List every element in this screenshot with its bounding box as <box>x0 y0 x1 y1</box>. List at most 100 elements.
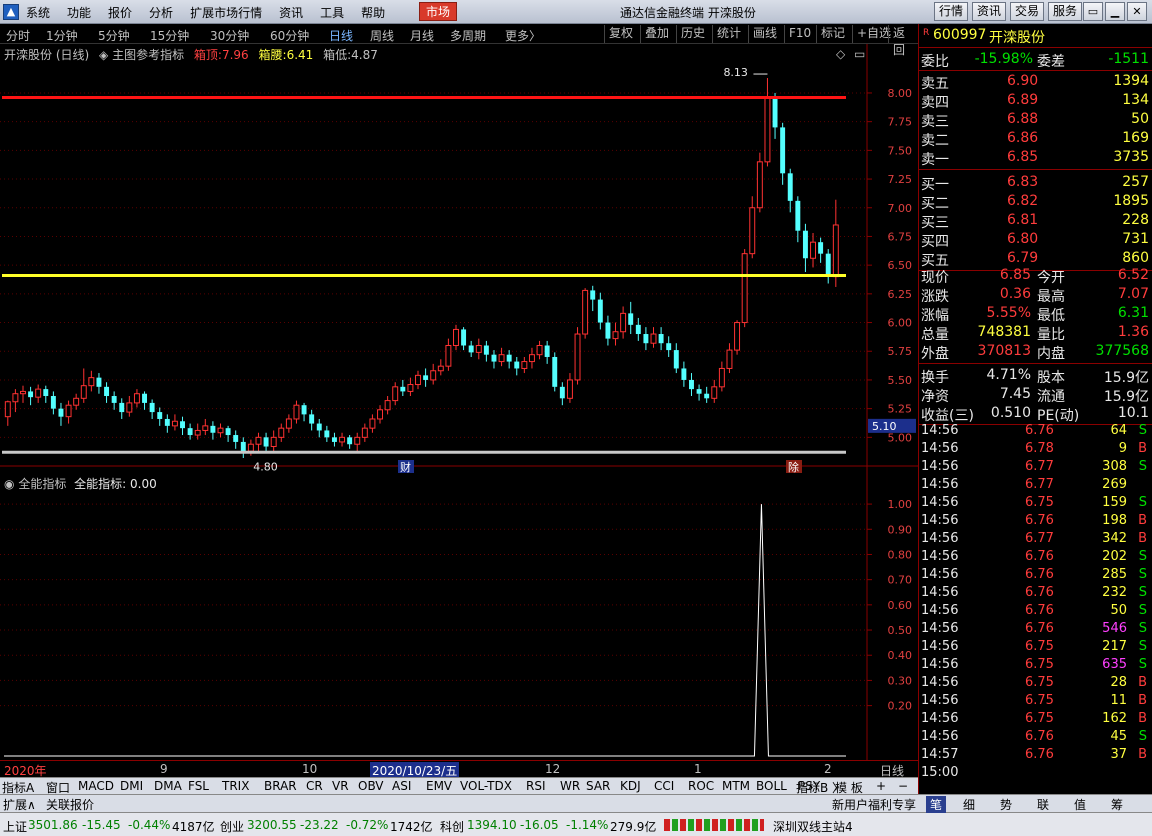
market-button[interactable]: 市场 <box>419 2 457 21</box>
menu-analysis[interactable]: 分析 <box>149 4 173 21</box>
indicator-tab[interactable]: BRAR <box>264 779 297 793</box>
detail-tab[interactable]: 联 <box>1037 796 1049 813</box>
period-multi[interactable]: 多周期 <box>450 27 486 44</box>
detail-tab[interactable]: 值 <box>1074 796 1086 813</box>
stat-label: 涨跌 <box>921 289 949 305</box>
period-daily[interactable]: 日线 <box>329 27 353 44</box>
candle-body <box>278 427 285 438</box>
collapse-icon[interactable]: ◈ <box>99 48 108 62</box>
sub-collapse-icon[interactable]: ◉ <box>4 477 14 491</box>
tool-history[interactable]: 历史 <box>676 25 709 43</box>
indicator-tab[interactable]: RSI <box>526 779 546 793</box>
period-timeshare[interactable]: 分时 <box>6 27 30 44</box>
detail-tab[interactable]: 细 <box>963 796 975 813</box>
indicator-tab[interactable]: OBV <box>358 779 384 793</box>
indicator-tab[interactable]: MACD <box>78 779 114 793</box>
candle-body <box>734 322 741 351</box>
indicator-tab[interactable]: EMV <box>426 779 452 793</box>
expand-tab[interactable]: 扩展∧ <box>3 796 36 813</box>
buy-level-4[interactable]: 买四 6.80 731 <box>919 230 1152 250</box>
indicator-tab[interactable]: TRIX <box>222 779 249 793</box>
period-5min[interactable]: 5分钟 <box>98 27 130 44</box>
tool-mark[interactable]: 标记 <box>816 25 849 43</box>
candle <box>4 400 11 426</box>
trade-button[interactable]: 交易 <box>1010 2 1045 21</box>
period-30min[interactable]: 30分钟 <box>210 27 249 44</box>
margin-flag: R <box>923 28 930 38</box>
menu-ext-market[interactable]: 扩展市场行情 <box>190 4 262 21</box>
indicator-tab[interactable]: ASI <box>392 779 411 793</box>
tick-price: 6.76 <box>1025 747 1054 762</box>
candle <box>795 196 801 243</box>
sell-level-3[interactable]: 卖三 6.88 50 <box>919 110 1152 130</box>
indicator-tab[interactable]: WR <box>560 779 580 793</box>
indicator-tab[interactable]: − <box>898 779 908 793</box>
indicator-tab[interactable]: BOLL <box>756 779 787 793</box>
period-more[interactable]: 更多〉 <box>505 27 541 44</box>
tool-f10[interactable]: F10 <box>784 25 815 43</box>
period-60min[interactable]: 60分钟 <box>270 27 309 44</box>
indicator-tab[interactable]: MTM <box>722 779 750 793</box>
restore-icon[interactable]: ▭ <box>1083 2 1103 21</box>
server-station[interactable]: 深圳双线主站4 <box>773 818 853 835</box>
indicator-tab[interactable]: CR <box>306 779 323 793</box>
buy-volume: 257 <box>1122 174 1149 190</box>
exdividend-marker-text[interactable]: 除 <box>788 460 799 474</box>
buy-level-1[interactable]: 买一 6.83 257 <box>919 173 1152 193</box>
indicator-tab[interactable]: CCI <box>654 779 674 793</box>
related-quote-tab[interactable]: 关联报价 <box>46 796 94 813</box>
menu-info[interactable]: 资讯 <box>279 4 303 21</box>
indicator-tab[interactable]: FSL <box>188 779 209 793</box>
minimize-icon[interactable]: ▁ <box>1105 2 1125 21</box>
close-icon[interactable]: ✕ <box>1127 2 1147 21</box>
indicator-tab[interactable]: DMI <box>120 779 143 793</box>
quote-button[interactable]: 行情 <box>934 2 969 21</box>
indicator-tab[interactable]: ROC <box>688 779 714 793</box>
period-1min[interactable]: 1分钟 <box>46 27 78 44</box>
indicator-tab[interactable]: SAR <box>586 779 610 793</box>
period-weekly[interactable]: 周线 <box>370 27 394 44</box>
menu-quote[interactable]: 报价 <box>108 4 132 21</box>
diamond-icon[interactable]: ◇ <box>836 47 846 61</box>
sub-indicator-name[interactable]: 全能指标 <box>18 477 66 491</box>
service-button[interactable]: 服务 <box>1048 2 1083 21</box>
menu-tools[interactable]: 工具 <box>320 4 344 21</box>
menu-function[interactable]: 功能 <box>67 4 91 21</box>
period-monthly[interactable]: 月线 <box>410 27 434 44</box>
tool-back[interactable]: 返回 <box>888 25 918 57</box>
menu-system[interactable]: 系统 <box>26 4 50 21</box>
tool-adjust[interactable]: 复权 <box>604 25 637 43</box>
kline-chart[interactable]: 8.134.805.10财 除◇ ▭ 8.007.757.507.257.006.7… <box>0 44 918 760</box>
candle <box>263 432 269 454</box>
indicator-tab[interactable]: + <box>876 779 886 793</box>
stat-value: 6.31 <box>1117 305 1149 321</box>
finance-marker-text[interactable]: 财 <box>400 460 411 474</box>
tool-draw[interactable]: 画线 <box>748 25 781 43</box>
menu-help[interactable]: 帮助 <box>361 4 385 21</box>
buy-level-2[interactable]: 买二 6.82 1895 <box>919 192 1152 212</box>
detail-tab[interactable]: 笔 <box>926 796 947 813</box>
indicator-tab[interactable]: VOL-TDX <box>460 779 512 793</box>
chart-indicator-label[interactable]: 主图参考指标 <box>112 48 184 62</box>
new-user-link[interactable]: 新用户福利专享 <box>832 796 916 813</box>
sell-level-5[interactable]: 卖一 6.85 3735 <box>919 148 1152 168</box>
candle-body <box>164 418 170 426</box>
sell-level-4[interactable]: 卖二 6.86 169 <box>919 129 1152 149</box>
index-sh-change: -15.45 <box>82 818 121 832</box>
tick-volume: 198 <box>1102 513 1127 528</box>
indicator-tab[interactable]: KDJ <box>620 779 641 793</box>
window-toggle-icon[interactable]: ▭ <box>854 47 865 61</box>
period-15min[interactable]: 15分钟 <box>150 27 189 44</box>
info-button[interactable]: 资讯 <box>972 2 1007 21</box>
detail-tab[interactable]: 势 <box>1000 796 1012 813</box>
candle-body <box>689 379 694 390</box>
buy-volume: 731 <box>1122 231 1149 247</box>
indicator-tab[interactable]: DMA <box>154 779 182 793</box>
sell-level-1[interactable]: 卖五 6.90 1394 <box>919 72 1152 92</box>
tool-stats[interactable]: 统计 <box>712 25 745 43</box>
sell-level-2[interactable]: 卖四 6.89 134 <box>919 91 1152 111</box>
indicator-tab[interactable]: VR <box>332 779 349 793</box>
tool-overlay[interactable]: 叠加 <box>640 25 673 43</box>
buy-level-3[interactable]: 买三 6.81 228 <box>919 211 1152 231</box>
detail-tab[interactable]: 筹 <box>1111 796 1123 813</box>
